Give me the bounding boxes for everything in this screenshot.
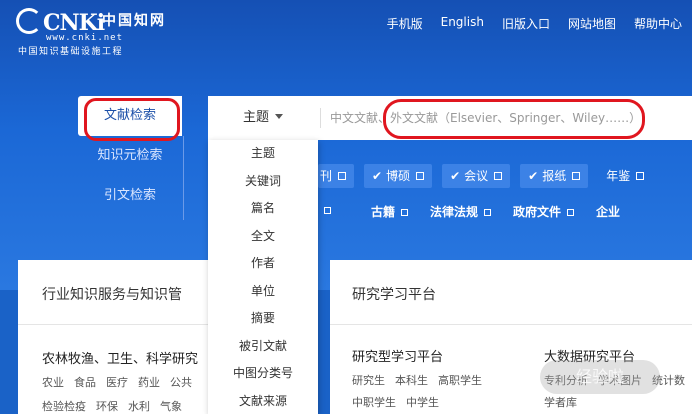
link-undergrad[interactable]: 本科生 [395,372,428,388]
logo-mark: CNKi [16,8,105,36]
tab-citation-search[interactable]: 引文检索 [78,176,182,216]
option-fulltext[interactable]: 全文 [208,223,318,251]
big-data-links-row2: 学者库 [544,394,587,410]
logo-url: www.cnki.net [46,33,124,43]
link-pharma[interactable]: 药业 [138,374,160,390]
top-nav: 手机版 English 旧版入口 网站地图 帮助中心 [369,15,682,32]
field-dropdown: 主题 关键词 篇名 全文 作者 单位 摘要 被引文献 中图分类号 文献来源 [208,140,318,414]
link-water[interactable]: 水利 [128,398,150,414]
research-links-row1: 研究生 本科生 高职学生 [352,372,492,388]
external-link-icon [572,172,581,180]
nav-old-version[interactable]: 旧版入口 [502,15,550,32]
link-food[interactable]: 食品 [74,374,96,390]
option-title[interactable]: 篇名 [208,195,318,223]
tab-knowledge-element-search[interactable]: 知识元检索 [78,136,182,176]
link-public[interactable]: 公共 [170,374,192,390]
option-keyword[interactable]: 关键词 [208,168,318,196]
link-medical[interactable]: 医疗 [106,374,128,390]
nav-mobile[interactable]: 手机版 [387,15,423,32]
external-link-icon [567,209,575,216]
checkbox-thesis[interactable]: ✔ 博硕 [364,164,433,188]
nav-help[interactable]: 帮助中心 [634,15,682,32]
link-middle-school[interactable]: 中学生 [406,394,439,410]
checkmark-icon: ✔ [372,169,383,183]
checkmark-icon: ✔ [450,169,461,183]
external-link-icon [401,209,409,216]
checkbox-conference[interactable]: ✔ 会议 [442,164,511,188]
divider [18,324,208,325]
checkbox-journal[interactable]: 刊 [318,164,355,188]
watermark: 经验啦 [540,360,660,394]
search-separator [320,108,321,128]
link-weather[interactable]: 气象 [160,398,182,414]
option-author[interactable]: 作者 [208,250,318,278]
link-environment[interactable]: 环保 [96,398,118,414]
industry-knowledge-card: 行业知识服务与知识管 农林牧渔、卫生、科学研究 农业 食品 医疗 药业 公共 检… [18,260,208,414]
link-postgrad[interactable]: 研究生 [352,372,385,388]
nav-sitemap[interactable]: 网站地图 [568,15,616,32]
external-link-icon [484,209,492,216]
link-inspection[interactable]: 检验检疫 [42,398,86,414]
logo-tagline: 中国知识基础设施工程 [18,47,124,57]
link-prev-resource[interactable] [318,203,331,220]
cnki-logo[interactable]: CNKi 中国知网 www.cnki.net 中国知识基础设施工程 [16,6,186,57]
external-link-icon [338,172,347,180]
option-cited-literature[interactable]: 被引文献 [208,333,318,361]
card-title: 研究学习平台 [352,287,436,303]
field-select-value: 主题 [242,110,269,125]
highlight-ring-search [383,99,645,139]
link-secondary-vocational[interactable]: 中职学生 [352,394,396,410]
nav-english[interactable]: English [441,15,484,32]
resource-checkbox-row: 刊 ✔ 博硕 ✔ 会议 ✔ 报纸 年鉴 [318,164,662,188]
option-abstract[interactable]: 摘要 [208,305,318,333]
research-learning-heading[interactable]: 研究型学习平台 [352,346,443,365]
logo-chinese-name: 中国知网 [102,13,166,29]
external-link-icon [494,172,503,180]
option-clc-number[interactable]: 中图分类号 [208,360,318,388]
caret-down-icon [275,114,283,119]
research-links-row2: 中职学生 中学生 [352,394,449,410]
field-select[interactable]: 主题 [208,96,318,140]
external-link-icon [324,207,331,214]
link-scholar-library[interactable]: 学者库 [544,394,577,410]
divider [330,324,692,325]
option-affiliation[interactable]: 单位 [208,278,318,306]
link-vocational[interactable]: 高职学生 [438,372,482,388]
external-link-icon [636,172,645,180]
checkbox-yearbook[interactable]: 年鉴 [598,164,652,188]
industry-links-row1: 农业 食品 医疗 药业 公共 [42,374,202,390]
checkbox-newspaper[interactable]: ✔ 报纸 [520,164,589,188]
industry-links-row2: 检验检疫 环保 水利 气象 [42,398,192,414]
link-laws[interactable]: 法律法规 [430,203,492,220]
checkmark-icon: ✔ [528,169,539,183]
highlight-ring-tab [84,98,180,141]
option-subject[interactable]: 主题 [208,140,318,168]
card-heading[interactable]: 农林牧渔、卫生、科学研究 [42,348,198,367]
card-title: 行业知识服务与知识管 [42,287,182,303]
link-ancient-books[interactable]: 古籍 [371,203,409,220]
option-source[interactable]: 文献来源 [208,388,318,414]
tab-divider [183,136,184,220]
link-government-docs[interactable]: 政府文件 [513,203,575,220]
resource-link-row: 古籍 法律法规 政府文件 企业 [318,203,642,220]
link-enterprise[interactable]: 企业 [596,203,620,220]
external-link-icon [416,172,425,180]
link-agriculture[interactable]: 农业 [42,374,64,390]
